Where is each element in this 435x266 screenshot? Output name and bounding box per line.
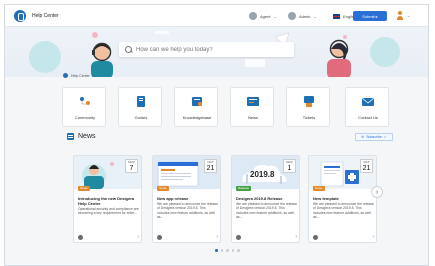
search-input[interactable] [136, 46, 286, 53]
agent-label: Agent [260, 13, 271, 19]
guides-icon [137, 96, 145, 107]
date-day: 7 [129, 165, 134, 172]
chevron-right-icon[interactable]: › [295, 234, 297, 240]
hero-banner [5, 27, 428, 77]
author-avatar [313, 234, 318, 240]
category-label: Tickets [302, 115, 316, 120]
news-card-footer: › [236, 234, 297, 240]
chevron-right-icon[interactable]: › [372, 234, 374, 240]
right-person-illustration [327, 39, 351, 77]
news-icon [247, 97, 259, 106]
admin-avatar-icon [288, 12, 296, 20]
date-badge: NOV 7 [125, 159, 138, 173]
breadcrumb-separator: > [92, 73, 95, 78]
news-card-title[interactable]: New template [313, 196, 375, 201]
news-card[interactable]: OCT 21 News New template We are pleased … [308, 155, 377, 243]
news-card-footer: › [313, 234, 374, 240]
chevron-down-icon: ⌄ [313, 13, 317, 19]
pagination-dot[interactable] [215, 249, 218, 252]
knowledgebase-icon [192, 97, 202, 106]
news-title: News [78, 133, 96, 140]
category-card-knowledgebase[interactable]: Knowledgebase [174, 87, 218, 127]
news-card-title[interactable]: Introducing the new Desigera Help Centre [78, 196, 140, 206]
pagination-dot[interactable] [237, 249, 240, 252]
news-card[interactable]: NOV 7 News Introducing the new Desigera … [73, 155, 142, 243]
release-version-banner: 2019.8 [250, 170, 275, 179]
chevron-right-icon[interactable]: › [216, 234, 218, 240]
date-badge: OCT 21 [360, 159, 373, 173]
category-cards: Community Guides Knowledgebase News Tick… [62, 87, 389, 127]
chevron-down-icon: ⌄ [407, 13, 411, 18]
news-card-title[interactable]: Desigera 2019.8 Release [236, 196, 298, 201]
agent-avatar-icon [249, 12, 257, 20]
news-icon [67, 133, 74, 140]
check-icon: ✓ [383, 135, 387, 139]
chevron-right-icon[interactable]: › [137, 234, 139, 240]
top-bar: Help Center Agent ⌄ Admin ⌄ English(en) … [5, 5, 428, 27]
breadcrumb-home[interactable]: Help Center [71, 74, 90, 78]
category-card-community[interactable]: Community [62, 87, 106, 127]
category-label: Knowledgebase [182, 115, 212, 120]
date-badge: OCT 21 [204, 159, 217, 173]
news-card-title[interactable]: New app release [157, 196, 219, 201]
agent-switch[interactable]: Agent ⌄ [249, 12, 277, 20]
subscribe-label: Subscribe [366, 135, 382, 139]
author-avatar [236, 234, 241, 240]
help-center-logo[interactable] [14, 10, 26, 22]
uk-flag-icon [333, 13, 340, 19]
news-tag: News [157, 186, 169, 191]
search-icon [125, 46, 132, 53]
category-card-news[interactable]: News [230, 87, 274, 127]
news-card-description: We are pleased to announce the release o… [157, 202, 219, 220]
news-card-description: We are pleased to announce the release o… [236, 202, 298, 220]
date-day: 21 [206, 165, 215, 172]
search-bar[interactable] [119, 42, 294, 57]
app-title: Help Center [32, 13, 59, 19]
news-card-footer: › [78, 234, 139, 240]
date-day: 1 [287, 165, 292, 172]
news-tag: News [78, 186, 90, 191]
category-label: Community [74, 115, 96, 120]
date-day: 21 [362, 165, 371, 172]
user-icon [396, 11, 404, 20]
breadcrumb: Help Center > [63, 73, 95, 78]
news-tag: News [313, 186, 325, 191]
left-person-illustration [91, 42, 113, 77]
news-card-footer: › [157, 234, 218, 240]
news-tag: Release [236, 186, 252, 191]
news-card-description: We are pleased to announce the release o… [313, 202, 375, 220]
admin-switch[interactable]: Admin ⌄ [288, 12, 317, 20]
category-card-tickets[interactable]: Tickets [286, 87, 330, 127]
category-label: News [247, 115, 258, 120]
category-label: Guides [134, 115, 148, 120]
tickets-icon [304, 96, 314, 107]
date-badge: NOV 1 [283, 159, 296, 173]
chevron-right-icon: › [375, 188, 379, 196]
user-menu[interactable]: ⌄ [396, 11, 410, 20]
category-label: Contact Us [358, 115, 378, 120]
news-section-header: News [67, 133, 96, 140]
home-icon[interactable] [63, 73, 68, 78]
community-icon [80, 97, 90, 105]
subscribe-button[interactable]: ✉ Subscribe ✓ [355, 133, 393, 141]
author-avatar [157, 234, 162, 240]
admin-label: Admin [299, 13, 311, 19]
category-card-guides[interactable]: Guides [118, 87, 162, 127]
news-card[interactable]: OCT 21 News New app release We are pleas… [152, 155, 221, 243]
contact-icon [362, 97, 374, 106]
submit-ticket-button[interactable]: Submit ▸ [353, 11, 387, 21]
pagination-dot[interactable] [226, 249, 229, 252]
author-avatar [78, 234, 83, 240]
carousel-pagination [215, 249, 240, 252]
carousel-next-button[interactable]: › [371, 186, 383, 198]
chevron-down-icon: ⌄ [273, 13, 277, 19]
pagination-dot[interactable] [220, 249, 223, 252]
mail-icon: ✉ [361, 135, 365, 139]
news-card[interactable]: 2019.8 NOV 1 Release Desigera 2019.8 Rel… [231, 155, 300, 243]
app-window: Help Center Agent ⌄ Admin ⌄ English(en) … [4, 4, 429, 266]
news-card-description: Operational security and compliance are … [78, 207, 139, 216]
pagination-dot[interactable] [231, 249, 234, 252]
category-card-contact-us[interactable]: Contact Us [345, 87, 389, 127]
